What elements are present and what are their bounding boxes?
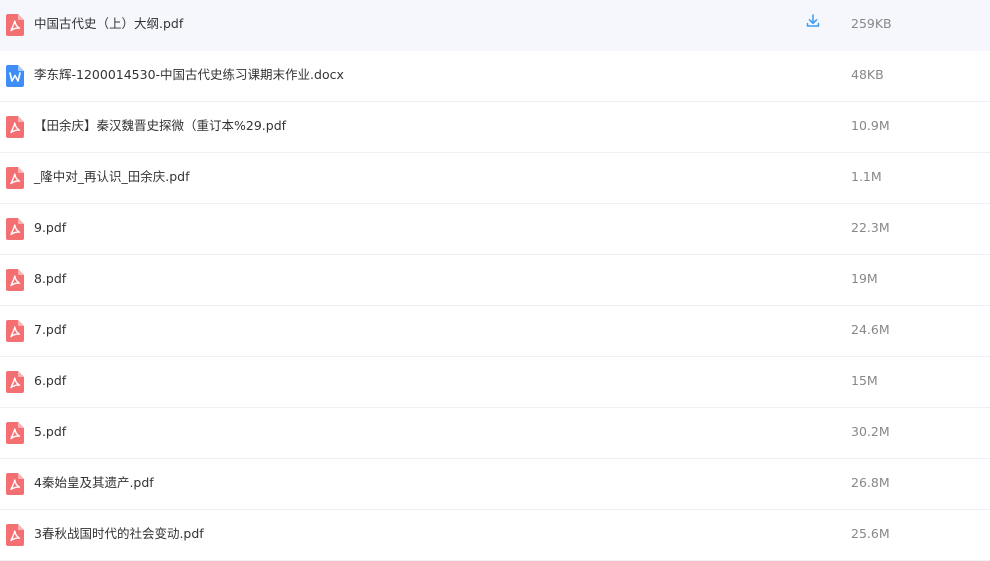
file-row[interactable]: 6.pdf 15M (0, 357, 990, 408)
pdf-icon (6, 269, 24, 291)
file-name[interactable]: 5.pdf (34, 408, 66, 456)
file-size: 15M (851, 373, 878, 388)
pdf-icon (6, 371, 24, 393)
file-row[interactable]: 3春秋战国时代的社会变动.pdf 25.6M (0, 510, 990, 561)
pdf-icon (6, 218, 24, 240)
file-size: 48KB (851, 67, 884, 82)
file-row[interactable]: 4秦始皇及其遗产.pdf 26.8M (0, 459, 990, 510)
file-size: 259KB (851, 16, 892, 31)
file-row[interactable]: 【田余庆】秦汉魏晋史探微（重订本%29.pdf 10.9M (0, 102, 990, 153)
file-size: 26.8M (851, 475, 890, 490)
file-row[interactable]: 李东辉-1200014530-中国古代史练习课期末作业.docx 48KB (0, 51, 990, 102)
file-size: 19M (851, 271, 878, 286)
file-list: 中国古代史（上）大纲.pdf 259KB 李东辉-1200014530-中国古代… (0, 0, 990, 561)
file-size: 25.6M (851, 526, 890, 541)
file-size: 1.1M (851, 169, 882, 184)
pdf-icon (6, 422, 24, 444)
file-name[interactable]: 4秦始皇及其遗产.pdf (34, 459, 154, 507)
pdf-icon (6, 116, 24, 138)
file-size: 22.3M (851, 220, 890, 235)
file-name[interactable]: 中国古代史（上）大纲.pdf (34, 0, 183, 48)
word-icon (6, 65, 24, 87)
file-name[interactable]: 6.pdf (34, 357, 66, 405)
file-row[interactable]: _隆中对_再认识_田余庆.pdf 1.1M (0, 153, 990, 204)
pdf-icon (6, 14, 24, 36)
file-row[interactable]: 7.pdf 24.6M (0, 306, 990, 357)
file-name[interactable]: 3春秋战国时代的社会变动.pdf (34, 510, 204, 558)
pdf-icon (6, 473, 24, 495)
file-row[interactable]: 8.pdf 19M (0, 255, 990, 306)
file-size: 10.9M (851, 118, 890, 133)
file-name[interactable]: 李东辉-1200014530-中国古代史练习课期末作业.docx (34, 51, 344, 99)
file-row[interactable]: 5.pdf 30.2M (0, 408, 990, 459)
file-name[interactable]: 9.pdf (34, 204, 66, 252)
pdf-icon (6, 167, 24, 189)
file-row[interactable]: 9.pdf 22.3M (0, 204, 990, 255)
file-size: 30.2M (851, 424, 890, 439)
pdf-icon (6, 524, 24, 546)
pdf-icon (6, 320, 24, 342)
file-name[interactable]: _隆中对_再认识_田余庆.pdf (34, 153, 190, 201)
file-name[interactable]: 7.pdf (34, 306, 66, 354)
file-name[interactable]: 【田余庆】秦汉魏晋史探微（重订本%29.pdf (34, 102, 286, 150)
download-icon[interactable] (805, 13, 821, 29)
file-name[interactable]: 8.pdf (34, 255, 66, 303)
file-size: 24.6M (851, 322, 890, 337)
file-row[interactable]: 中国古代史（上）大纲.pdf 259KB (0, 0, 990, 51)
